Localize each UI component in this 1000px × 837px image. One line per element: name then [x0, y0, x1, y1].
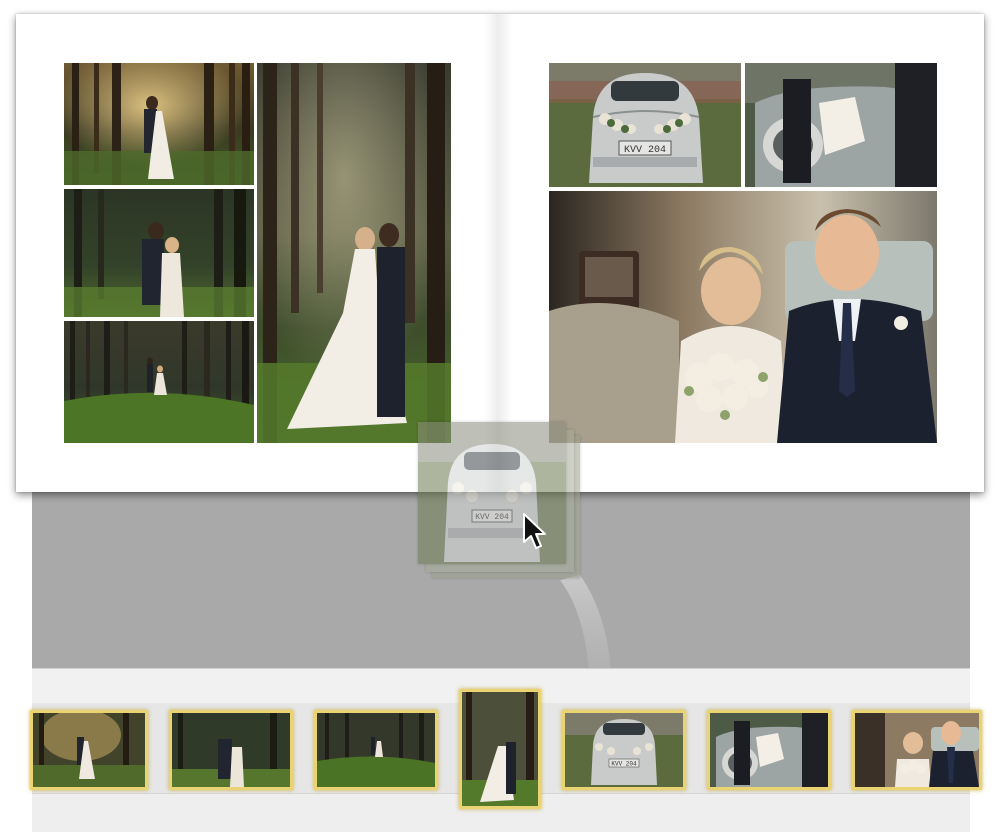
photo-forest-couple-distance[interactable] [64, 321, 254, 443]
filmstrip[interactable]: KVV 204 [30, 668, 982, 832]
album-spread[interactable]: KVV 204 [16, 14, 984, 492]
thumbnail-forest-couple-distance[interactable] [314, 710, 438, 790]
thumbnail-forest-couple-forehead[interactable] [459, 689, 541, 809]
car-plate-text: KVV 204 [624, 145, 666, 156]
album-spine [484, 14, 512, 492]
thumbnail-vintage-car-rear[interactable]: KVV 204 [562, 710, 686, 790]
photo-forest-couple-hug[interactable] [64, 189, 254, 317]
photo-couple-in-car[interactable] [549, 191, 937, 443]
thumbnail-plate-text: KVV 204 [611, 761, 637, 768]
photo-vintage-car-rear[interactable]: KVV 204 [549, 63, 741, 187]
thumbnail-groom-helping-bride[interactable] [707, 710, 831, 790]
photo-groom-helping-bride[interactable] [745, 63, 937, 187]
drag-ghost-plate-text: KVV 204 [475, 513, 509, 522]
thumbnail-forest-couple-embrace[interactable] [30, 710, 148, 790]
photo-forest-couple-forehead[interactable] [257, 63, 451, 443]
drag-ghost-stack[interactable]: KVV 204 [418, 422, 580, 582]
thumbnail-forest-couple-hug[interactable] [169, 710, 293, 790]
thumbnail-couple-in-car[interactable] [852, 710, 982, 790]
photo-forest-couple-embrace[interactable] [64, 63, 254, 185]
arrow-cursor-icon [523, 513, 546, 549]
